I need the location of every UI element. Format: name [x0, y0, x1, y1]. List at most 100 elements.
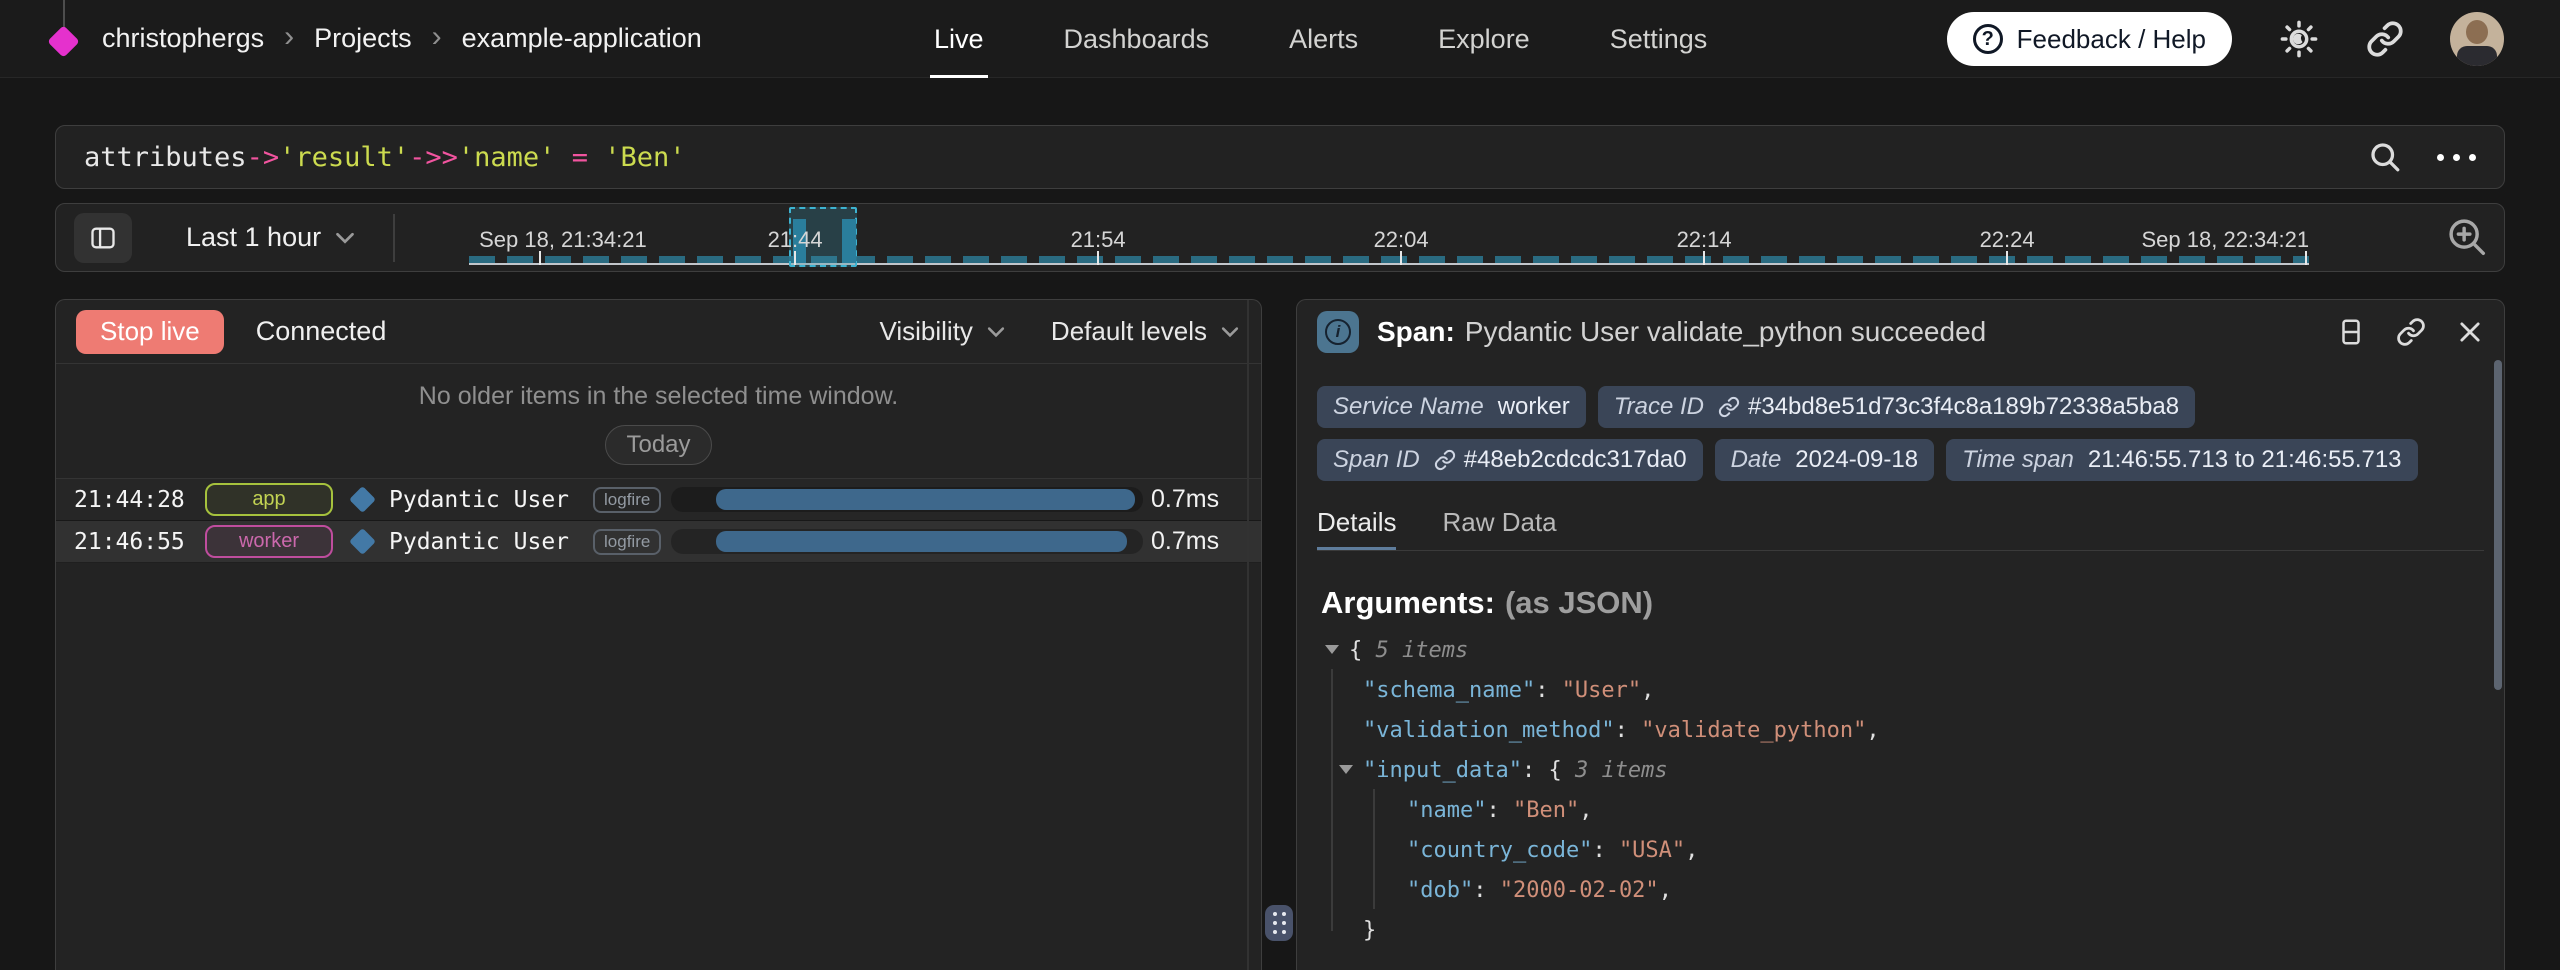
connection-status: Connected	[256, 316, 387, 347]
timeline-axis[interactable]: Sep 18, 21:34:21 Sep 18, 22:34:21 21:442…	[419, 205, 2389, 271]
json-token-key: "dob"	[1407, 878, 1473, 903]
share-link-icon[interactable]	[2366, 20, 2404, 58]
logfire-app: christophergs › Projects › example-appli…	[0, 0, 2560, 970]
histogram-bar	[842, 219, 856, 263]
timeline-tick-label: 22:04	[1374, 227, 1429, 253]
nav-tab-live[interactable]: Live	[934, 0, 984, 78]
service-badge[interactable]: app	[205, 483, 333, 516]
scrollbar-track[interactable]	[1247, 300, 1249, 970]
badge-value: 2024-09-18	[1795, 446, 1918, 474]
chevron-down-icon	[985, 321, 1007, 343]
date-chip[interactable]: Today	[605, 425, 711, 465]
span-badge-span-id[interactable]: Span ID #48eb2cdcdc317da0	[1317, 439, 1703, 481]
timeline-bar: Last 1 hour Sep 18, 21:34:21 Sep 18, 22:…	[55, 203, 2505, 272]
json-token-str: "2000-02-02"	[1500, 878, 1659, 903]
trace-time: 21:46:55	[74, 529, 189, 555]
copy-link-icon[interactable]	[2396, 317, 2426, 347]
timeline-end-label: Sep 18, 22:34:21	[2142, 227, 2310, 253]
json-token-punct: {	[1548, 758, 1575, 783]
question-circle-icon: ?	[1973, 24, 2003, 54]
span-badges: Service Nameworker Trace ID #34bd8e51d73c…	[1297, 386, 2504, 481]
duration-label: 0.7ms	[1151, 527, 1261, 556]
sidebar-toggle-icon[interactable]	[74, 213, 132, 263]
scrollbar-thumb[interactable]	[2494, 360, 2502, 690]
span-diamond-icon	[349, 528, 376, 555]
logfire-logo[interactable]	[46, 0, 80, 78]
link-icon	[1434, 449, 1456, 471]
span-badge-time-span: Time span21:46:55.713 to 21:46:55.713	[1946, 439, 2417, 481]
badge-label: Trace ID	[1614, 393, 1704, 421]
query-token: ->	[247, 142, 280, 173]
span-badge-trace-id[interactable]: Trace ID #34bd8e51d73c3f4c8a189b72338a5b…	[1598, 386, 2195, 428]
query-text[interactable]: attributes->'result'->>'name' = 'Ben'	[84, 142, 2367, 173]
nav-tab-explore[interactable]: Explore	[1438, 0, 1530, 78]
tab-raw-data[interactable]: Raw Data	[1442, 507, 1556, 550]
span-name: Pydantic User	[389, 529, 569, 555]
empty-message: No older items in the selected time wind…	[56, 382, 1261, 411]
timeline-tick	[2305, 251, 2307, 265]
badge-value: #48eb2cdcdc317da0	[1464, 446, 1687, 474]
close-icon[interactable]	[2456, 318, 2484, 346]
panel-resize-handle[interactable]	[1265, 905, 1293, 941]
json-line: "dob": "2000-02-02",	[1323, 871, 2504, 911]
default-levels-dropdown[interactable]: Default levels	[1051, 316, 1241, 347]
zoom-in-icon[interactable]	[2444, 214, 2490, 260]
live-panel: Stop live Connected Visibility Default l…	[55, 299, 1262, 970]
query-more-menu-icon[interactable]	[2437, 154, 2476, 161]
stop-live-button[interactable]: Stop live	[76, 310, 224, 354]
json-token-key: "name"	[1407, 798, 1486, 823]
collapse-toggle-icon[interactable]	[1325, 645, 1339, 654]
service-badge[interactable]: worker	[205, 525, 333, 558]
top-bar: christophergs › Projects › example-appli…	[0, 0, 2560, 78]
time-range-dropdown[interactable]: Last 1 hour	[186, 222, 357, 253]
theme-toggle-icon[interactable]	[2278, 18, 2320, 60]
duration-label: 0.7ms	[1151, 485, 1261, 514]
link-icon	[1718, 396, 1740, 418]
breadcrumb-projects[interactable]: Projects	[314, 23, 412, 54]
span-badge-date: Date2024-09-18	[1715, 439, 1934, 481]
badge-value: worker	[1498, 393, 1570, 421]
json-token-punct: :	[1473, 878, 1500, 903]
badge-label: Time span	[1962, 446, 2074, 474]
breadcrumb-project[interactable]: example-application	[462, 23, 702, 54]
json-token-punct: :	[1615, 718, 1642, 743]
logo-diamond-icon	[47, 25, 80, 58]
query-token: =	[555, 142, 604, 173]
main-content: Stop live Connected Visibility Default l…	[55, 299, 2505, 970]
nav-tab-dashboards[interactable]: Dashboards	[1064, 0, 1210, 78]
query-bar[interactable]: attributes->'result'->>'name' = 'Ben'	[55, 125, 2505, 189]
json-token-punct: :	[1592, 838, 1619, 863]
search-icon[interactable]	[2367, 139, 2403, 175]
breadcrumb-org[interactable]: christophergs	[102, 23, 264, 54]
feedback-help-button[interactable]: ? Feedback / Help	[1947, 12, 2232, 66]
scope-badge: logfire	[593, 529, 661, 555]
user-avatar[interactable]	[2450, 12, 2504, 66]
timeline-tick-label: 22:24	[1980, 227, 2035, 253]
json-token-key: "validation_method"	[1363, 718, 1615, 743]
nav-tab-alerts[interactable]: Alerts	[1289, 0, 1358, 78]
tab-details[interactable]: Details	[1317, 507, 1396, 550]
json-line: }	[1323, 911, 2504, 951]
json-line: "name": "Ben",	[1323, 791, 2504, 831]
timeline-tick	[2006, 251, 2008, 265]
duration-bar-track	[671, 487, 1143, 512]
trace-row[interactable]: 21:44:28appPydantic Userlogfire0.7ms	[56, 479, 1261, 521]
logo-stem	[63, 0, 65, 27]
breadcrumb: christophergs › Projects › example-appli…	[102, 23, 702, 54]
collapse-toggle-icon[interactable]	[1339, 765, 1353, 774]
top-nav: Live Dashboards Alerts Explore Settings	[934, 0, 1707, 78]
split-panel-icon[interactable]	[2336, 316, 2366, 348]
visibility-dropdown[interactable]: Visibility	[879, 316, 1006, 347]
default-levels-label: Default levels	[1051, 316, 1207, 347]
span-diamond-icon	[349, 486, 376, 513]
timeline-tick	[794, 251, 796, 265]
span-badge-service-name: Service Nameworker	[1317, 386, 1586, 428]
json-token-punct: {	[1349, 638, 1376, 663]
duration-bar-track	[671, 529, 1143, 554]
chevron-down-icon	[1219, 321, 1241, 343]
json-token-key: "schema_name"	[1363, 678, 1535, 703]
query-token: 'result'	[279, 142, 409, 173]
info-icon: i	[1317, 311, 1359, 353]
nav-tab-settings[interactable]: Settings	[1610, 0, 1708, 78]
trace-row[interactable]: 21:46:55 worker Pydantic User logfire 0.7ms	[56, 521, 1261, 563]
